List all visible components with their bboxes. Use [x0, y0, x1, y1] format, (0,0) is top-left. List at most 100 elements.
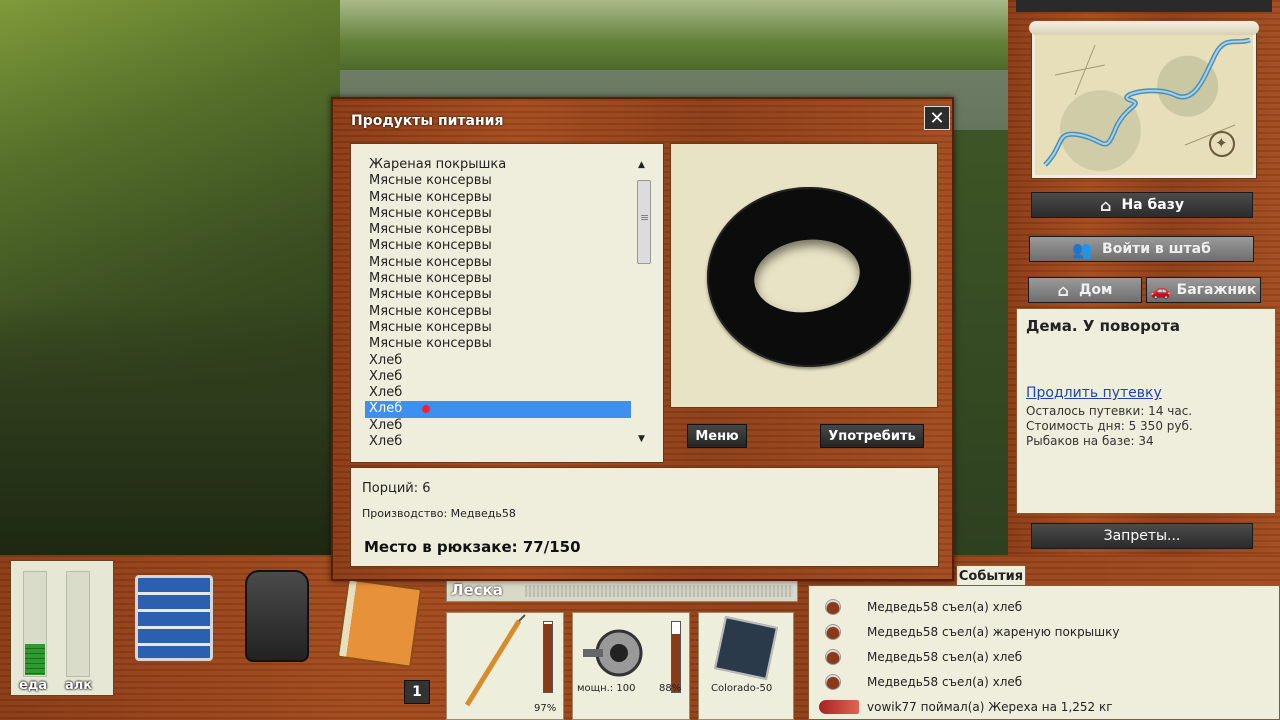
food-list-item[interactable]: Хлеб	[365, 434, 631, 450]
reel-slot[interactable]: мощн.: 100 88%	[572, 612, 690, 720]
portions-count: Порций: 6	[362, 481, 431, 496]
enter-hq-label: Войти в штаб	[1102, 241, 1211, 257]
food-list-item[interactable]: Хлеб	[365, 401, 631, 418]
map-scroll-roll	[1029, 21, 1259, 35]
food-products-dialog: Продукты питания ✕ Жареная покрышка Мясны…	[331, 97, 954, 581]
food-list-item[interactable]: Мясные консервы	[365, 222, 631, 238]
line-bar: Леска	[446, 580, 798, 602]
line-name: Colorado-50	[711, 683, 773, 694]
use-button[interactable]: Употребить	[820, 424, 924, 448]
to-base-button[interactable]: ⌂ На базу	[1031, 192, 1253, 218]
menu-button[interactable]: Меню	[687, 424, 747, 448]
food-list-item[interactable]: Хлеб	[365, 369, 631, 385]
enter-hq-button[interactable]: 👥 Войти в штаб	[1029, 236, 1254, 262]
rod-slot[interactable]: 97%	[446, 612, 564, 720]
production-info: Производство: Медведь58	[362, 507, 516, 520]
location-info-panel: Дема. У поворота Продлить путевку Остало…	[1016, 308, 1276, 514]
fishing-rod-icon	[464, 614, 526, 707]
food-list-item-label: Хлеб	[369, 401, 403, 417]
event-row: Медведь58 съел(а) хлеб	[809, 594, 1022, 619]
scroll-down-icon[interactable]: ▼	[638, 434, 645, 444]
alcohol-meter	[66, 571, 90, 677]
close-icon[interactable]: ✕	[924, 106, 950, 130]
line-bar-label: Леска	[451, 581, 503, 599]
line-tension-bar	[525, 585, 793, 597]
food-list-item[interactable]: Хлеб	[365, 418, 631, 434]
event-row: vowik77 поймал(а) Жереха на 1,252 кг	[809, 694, 1113, 719]
food-label: еда	[19, 678, 48, 693]
event-text: Медведь58 съел(а) хлеб	[867, 649, 1023, 664]
backpack-icon[interactable]	[245, 570, 309, 662]
food-list-items: Жареная покрышка Мясные консервы Мясные ко…	[365, 157, 631, 450]
food-bowl-icon	[825, 648, 841, 665]
fishers-on-base: Рыбаков на базе: 34	[1026, 434, 1154, 448]
home-button[interactable]: ⌂ Дом	[1028, 277, 1142, 303]
food-bowl-icon	[825, 623, 841, 640]
foreground-grass	[0, 300, 330, 555]
location-name: Дема. У поворота	[1026, 317, 1180, 335]
list-scrollbar[interactable]: ▲ ▼	[635, 157, 653, 447]
food-list-item[interactable]: Мясные консервы	[365, 173, 631, 189]
food-list-item[interactable]: Мясные консервы	[365, 255, 631, 271]
tackle-box-icon[interactable]	[135, 575, 213, 661]
rod-gauge-fill	[544, 624, 552, 692]
car-icon: 🚗	[1150, 280, 1171, 300]
trunk-button[interactable]: 🚗 Багажник	[1146, 277, 1261, 303]
inventory-count-badge: 1	[404, 680, 430, 704]
item-preview	[670, 143, 938, 408]
extend-trip-link[interactable]: Продлить путевку	[1026, 385, 1162, 401]
food-list-item[interactable]: Мясные консервы	[365, 190, 631, 206]
to-base-label: На базу	[1121, 197, 1184, 213]
food-list-item[interactable]: Мясные консервы	[365, 320, 631, 336]
day-cost: Стоимость дня: 5 350 руб.	[1026, 419, 1193, 433]
event-row: Медведь58 съел(а) жареную покрышку	[809, 619, 1120, 644]
line-slot[interactable]: Colorado-50	[698, 612, 794, 720]
events-panel: Медведь58 съел(а) хлеб Медведь58 съел(а) …	[808, 585, 1280, 720]
food-list-item[interactable]: Мясные консервы	[365, 287, 631, 303]
food-list-item[interactable]: Мясные консервы	[365, 336, 631, 352]
right-bank-trees	[950, 130, 1010, 555]
trunk-label: Багажник	[1176, 282, 1257, 298]
people-icon: 👥	[1072, 239, 1093, 259]
food-meter-fill	[25, 644, 45, 675]
event-text: vowik77 поймал(а) Жереха на 1,252 кг	[867, 699, 1113, 714]
reel-power: мощн.: 100	[577, 683, 636, 694]
far-treeline	[300, 0, 1010, 70]
map-scroll[interactable]	[1029, 21, 1259, 178]
event-row: Медведь58 съел(а) хлеб	[809, 669, 1022, 694]
event-text: Медведь58 съел(а) хлеб	[867, 599, 1023, 614]
food-list-item[interactable]: Мясные консервы	[365, 271, 631, 287]
dialog-title: Продукты питания	[351, 113, 504, 129]
home-icon: ⌂	[1057, 280, 1069, 300]
rod-gauge	[543, 621, 553, 693]
bans-button[interactable]: Запреты...	[1031, 523, 1253, 549]
reel-percent: 88%	[659, 683, 682, 694]
notebook-icon[interactable]	[336, 578, 423, 668]
food-list-item[interactable]: Хлеб	[365, 353, 631, 369]
bans-label: Запреты...	[1103, 528, 1181, 544]
tab-events[interactable]: События	[956, 565, 1026, 587]
rod-percent: 97%	[534, 703, 557, 714]
food-list-item[interactable]: Хлеб	[365, 385, 631, 401]
house-icon: ⌂	[1100, 195, 1112, 215]
cursor-dot-icon	[422, 404, 431, 413]
alcohol-label: алк	[65, 678, 93, 693]
sidebar-top-bar	[1016, 0, 1272, 12]
scroll-up-icon[interactable]: ▲	[638, 160, 645, 170]
event-row: Медведь58 съел(а) хлеб	[809, 644, 1022, 669]
food-list-item[interactable]: Мясные консервы	[365, 238, 631, 254]
food-list: Жареная покрышка Мясные консервы Мясные ко…	[350, 143, 664, 463]
trip-time-left: Осталось путевки: 14 час.	[1026, 404, 1193, 418]
food-list-item[interactable]: Жареная покрышка	[365, 157, 631, 173]
home-label: Дом	[1078, 282, 1113, 298]
event-text: Медведь58 съел(а) жареную покрышку	[867, 624, 1120, 639]
fish-icon	[819, 699, 859, 714]
food-list-item[interactable]: Мясные консервы	[365, 304, 631, 320]
line-spool-icon	[713, 615, 779, 681]
scroll-thumb[interactable]	[637, 180, 651, 264]
food-list-item[interactable]: Мясные консервы	[365, 206, 631, 222]
reel-icon	[583, 629, 643, 677]
item-details: Порций: 6 Производство: Медведь58 Место …	[350, 467, 939, 567]
food-bowl-icon	[825, 673, 841, 690]
food-meter	[23, 571, 47, 677]
